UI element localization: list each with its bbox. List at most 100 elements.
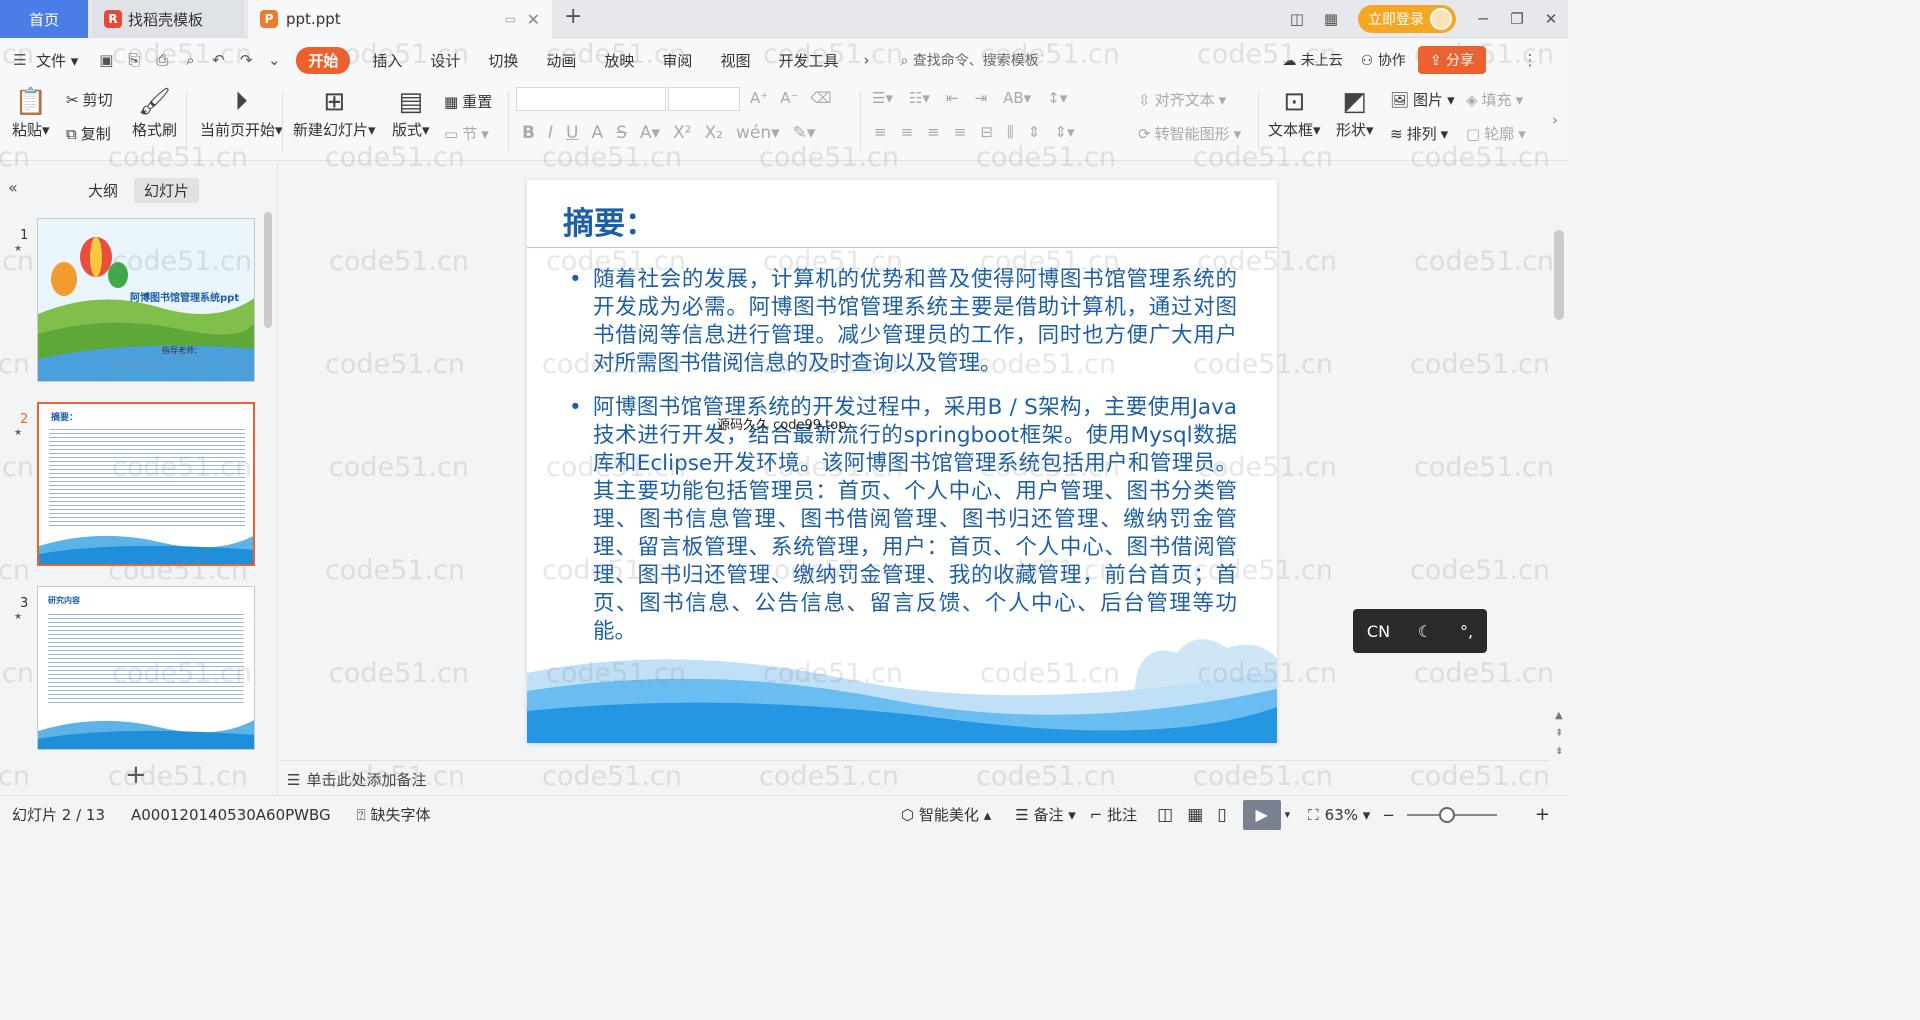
section-button[interactable]: ▭ 节 ▾ — [444, 123, 489, 144]
add-slide-icon[interactable]: + — [125, 760, 147, 790]
align-text-button[interactable]: ⇳ 对齐文本 ▾ — [1138, 89, 1226, 110]
font-color-a-icon[interactable]: A — [591, 123, 603, 143]
menu-review[interactable]: 审阅 — [648, 50, 706, 71]
outdent-icon[interactable]: ⇤ — [946, 89, 959, 107]
export-icon[interactable]: ⎘ — [120, 51, 148, 69]
tab-ppt-file[interactable]: P ppt.ppt ▭ ✕ — [248, 0, 552, 38]
play-options-icon[interactable]: ▾ — [1285, 808, 1291, 821]
menu-home[interactable]: 开始 — [296, 46, 351, 74]
menu-file[interactable]: 文件 ▾ — [34, 50, 92, 71]
page-down-icon[interactable]: ⇟ — [1555, 746, 1563, 757]
tab-home[interactable]: 首页 — [0, 0, 88, 38]
play-slideshow-button[interactable]: ▶ — [1242, 799, 1281, 830]
justify-icon[interactable]: ≡ — [954, 123, 967, 141]
zoom-slider[interactable] — [1406, 806, 1497, 823]
slide-body[interactable]: 随着社会的发展，计算机的优势和普及使得阿博图书馆管理系统的开发成为必需。阿博图书… — [567, 266, 1237, 662]
superscript-icon[interactable]: X² — [673, 123, 691, 143]
more-menu-icon[interactable]: › — [852, 51, 880, 69]
clear-format-icon[interactable]: ⌫ — [810, 89, 831, 107]
beautify-button[interactable]: ⬡ 智能美化 ▴ — [901, 804, 991, 825]
line-spacing-icon[interactable]: ↕▾ — [1047, 89, 1067, 107]
close-window-icon[interactable]: ✕ — [1534, 10, 1568, 28]
apps-grid-icon[interactable]: ▦ — [1314, 10, 1348, 28]
numbered-list-icon[interactable]: ☷▾ — [909, 89, 930, 107]
layout-button[interactable]: ▤ 版式▾ — [392, 87, 430, 140]
hamburger-icon[interactable]: ☰ — [6, 51, 34, 69]
login-button[interactable]: 立即登录 — [1358, 5, 1456, 33]
menu-transition[interactable]: 切换 — [474, 50, 532, 71]
missing-font-button[interactable]: ⍰ 缺失字体 — [357, 804, 431, 825]
zoom-slider-knob[interactable] — [1438, 806, 1455, 823]
menu-view[interactable]: 视图 — [706, 50, 764, 71]
highlight-icon[interactable]: ✎▾ — [793, 123, 816, 143]
fill-button[interactable]: ◈ 填充 ▾ — [1466, 89, 1523, 110]
comment-button[interactable]: ⌐ 批注 — [1090, 804, 1137, 825]
outline-button[interactable]: ▢ 轮廓 ▾ — [1466, 123, 1526, 144]
panel-scrollbar[interactable] — [264, 212, 272, 328]
menu-slideshow[interactable]: 放映 — [590, 50, 648, 71]
textbox-button[interactable]: ⊡ 文本框▾ — [1268, 87, 1321, 140]
new-tab-icon[interactable]: + — [564, 4, 582, 29]
cloud-status[interactable]: ☁ 未上云 — [1282, 50, 1342, 70]
page-up-icon[interactable]: ⇞ — [1555, 728, 1563, 739]
font-size-select[interactable] — [668, 87, 740, 111]
undo-icon[interactable]: ↶ — [204, 51, 232, 69]
fit-window-icon[interactable]: ⛶ — [1308, 806, 1319, 824]
share-button[interactable]: ⇪ 分享 — [1417, 46, 1486, 74]
picture-button[interactable]: 🖼 图片 ▾ — [1390, 89, 1455, 110]
current-slide[interactable]: 摘要： 随着社会的发展，计算机的优势和普及使得阿博图书馆管理系统的开发成为必需。… — [527, 180, 1277, 743]
strikethrough-icon[interactable]: S — [616, 123, 627, 143]
menu-insert[interactable]: 插入 — [358, 50, 416, 71]
smart-shape-button[interactable]: ⟳ 转智能图形 ▾ — [1138, 123, 1241, 144]
notes-pane[interactable]: ☰ 单击此处添加备注 — [279, 760, 1549, 794]
tab-slides[interactable]: 幻灯片 — [134, 178, 200, 203]
phonetic-icon[interactable]: wén▾ — [736, 123, 780, 143]
slide-thumbnail-1[interactable]: 阿博图书馆管理系统ppt 指导老师： — [37, 218, 255, 382]
text-color-icon[interactable]: A▾ — [640, 123, 660, 143]
minimize-icon[interactable]: ─ — [1466, 10, 1500, 28]
more-quick-icon[interactable]: ⌄ — [260, 51, 288, 69]
notes-button[interactable]: ☰ 备注 ▾ — [1015, 804, 1076, 825]
screen-icon[interactable]: ▭ — [505, 12, 516, 26]
restore-icon[interactable]: ❐ — [1500, 10, 1534, 28]
paragraph-spacing-icon[interactable]: ⇕▾ — [1054, 123, 1074, 141]
preview-icon[interactable]: ⌕ — [176, 51, 204, 69]
scroll-up-icon[interactable]: ▲ — [1555, 710, 1563, 721]
collab-button[interactable]: ⚇ 协作 — [1361, 50, 1406, 70]
underline-icon[interactable]: U — [566, 123, 578, 143]
tab-template[interactable]: R 找稻壳模板 — [92, 0, 244, 38]
slide-title[interactable]: 摘要： — [563, 198, 656, 243]
distribute-icon[interactable]: ⊟ — [980, 123, 993, 141]
tab-outline[interactable]: 大纲 — [78, 178, 128, 203]
new-slide-button[interactable]: ⊞ 新建幻灯片▾ — [293, 87, 376, 140]
menu-developer[interactable]: 开发工具 — [764, 50, 852, 71]
command-search[interactable]: ⌕ 查找命令、搜索模板 — [900, 50, 1038, 70]
zoom-level[interactable]: 63% ▾ — [1325, 806, 1371, 824]
ribbon-scroll-icon[interactable]: › — [1552, 111, 1558, 129]
collapse-panel-icon[interactable]: « — [8, 178, 18, 197]
subscript-icon[interactable]: X₂ — [705, 123, 723, 143]
font-family-select[interactable] — [516, 87, 666, 111]
ime-indicator[interactable]: CN ☾ °, — [1353, 609, 1487, 653]
shrink-font-icon[interactable]: A⁻ — [780, 89, 798, 107]
reset-button[interactable]: ▦ 重置 — [444, 91, 492, 112]
zoom-out-icon[interactable]: − — [1382, 806, 1395, 824]
align-center-icon[interactable]: ≡ — [901, 123, 914, 141]
align-left-icon[interactable]: ≡ — [874, 123, 887, 141]
cut-button[interactable]: ✂ 剪切 — [66, 89, 113, 110]
zoom-in-icon[interactable]: + — [1535, 804, 1550, 825]
slide-thumbnail-3[interactable]: 研究内容 — [37, 586, 255, 750]
menu-animation[interactable]: 动画 — [532, 50, 590, 71]
text-direction-icon[interactable]: AB▾ — [1003, 89, 1031, 107]
paste-button[interactable]: 📋 粘贴▾ — [12, 87, 50, 140]
save-icon[interactable]: ▣ — [92, 51, 120, 69]
grow-font-icon[interactable]: A⁺ — [750, 89, 768, 107]
menu-design[interactable]: 设计 — [416, 50, 474, 71]
spacing-icon[interactable]: ⇕ — [1028, 123, 1041, 141]
canvas-scroll-thumb[interactable] — [1554, 230, 1564, 320]
align-right-icon[interactable]: ≡ — [927, 123, 940, 141]
normal-view-icon[interactable]: ◫ — [1157, 805, 1173, 825]
bullet-list-icon[interactable]: ☰▾ — [872, 89, 893, 107]
play-from-current-button[interactable]: ⏵ 当前页开始▾ — [200, 87, 283, 140]
format-painter-button[interactable]: 🖌 格式刷 — [132, 87, 177, 140]
